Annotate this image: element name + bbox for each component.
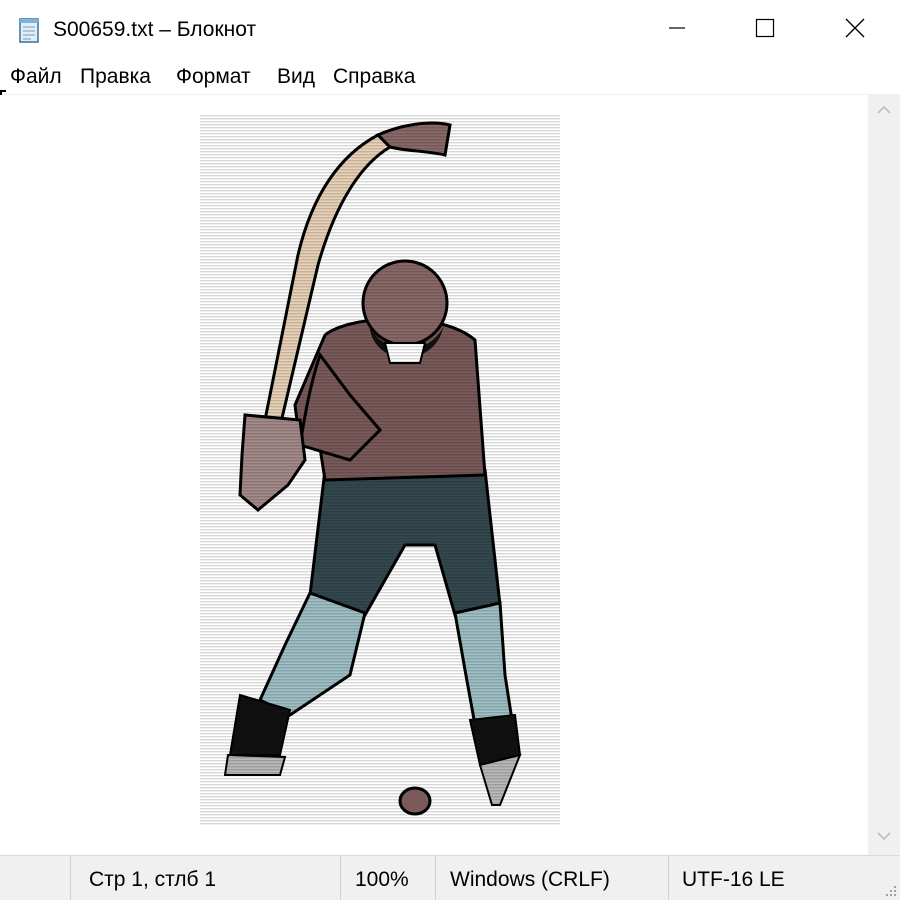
status-position-cell: Стр 1, стлб 1	[70, 856, 341, 900]
resize-grip-icon[interactable]	[883, 884, 897, 898]
menu-format[interactable]: Формат	[176, 64, 251, 90]
vertical-scrollbar[interactable]	[868, 95, 900, 855]
minimize-icon	[667, 18, 687, 43]
hockey-player-illustration	[200, 115, 560, 825]
maximize-icon	[755, 18, 775, 43]
chevron-up-icon	[876, 103, 892, 121]
notepad-icon	[16, 16, 44, 44]
close-button[interactable]	[810, 0, 900, 60]
status-bar: Стр 1, стлб 1 100% Windows (CRLF) UTF-16…	[0, 855, 900, 900]
zoom-level: 100%	[355, 868, 409, 891]
status-line-endings-cell: Windows (CRLF)	[435, 856, 669, 900]
menu-file[interactable]: Файл	[10, 64, 62, 90]
maximize-button[interactable]	[720, 0, 810, 60]
scroll-track[interactable]	[868, 129, 900, 821]
minimize-button[interactable]	[632, 0, 722, 60]
hockey-puck	[398, 786, 432, 816]
menu-edit[interactable]: Правка	[80, 64, 151, 90]
menu-help[interactable]: Справка	[333, 64, 415, 90]
cursor-position: Стр 1, стлб 1	[89, 868, 217, 891]
menu-bar: Файл Правка Формат Вид Справка	[0, 60, 900, 95]
status-zoom-cell: 100%	[340, 856, 436, 900]
line-endings: Windows (CRLF)	[450, 868, 610, 891]
title-bar[interactable]: S00659.txt – Блокнот	[0, 0, 900, 60]
encoding: UTF-16 LE	[682, 868, 785, 891]
notepad-window: S00659.txt – Блокнот Файл Правка Формат …	[0, 0, 900, 900]
close-icon	[844, 17, 866, 44]
text-edit-area[interactable]	[0, 95, 868, 855]
status-encoding-cell: UTF-16 LE	[668, 856, 900, 900]
scroll-up-button[interactable]	[868, 95, 900, 129]
scroll-down-button[interactable]	[868, 821, 900, 855]
menu-view[interactable]: Вид	[277, 64, 315, 90]
chevron-down-icon	[876, 829, 892, 847]
window-title: S00659.txt – Блокнот	[53, 18, 257, 41]
